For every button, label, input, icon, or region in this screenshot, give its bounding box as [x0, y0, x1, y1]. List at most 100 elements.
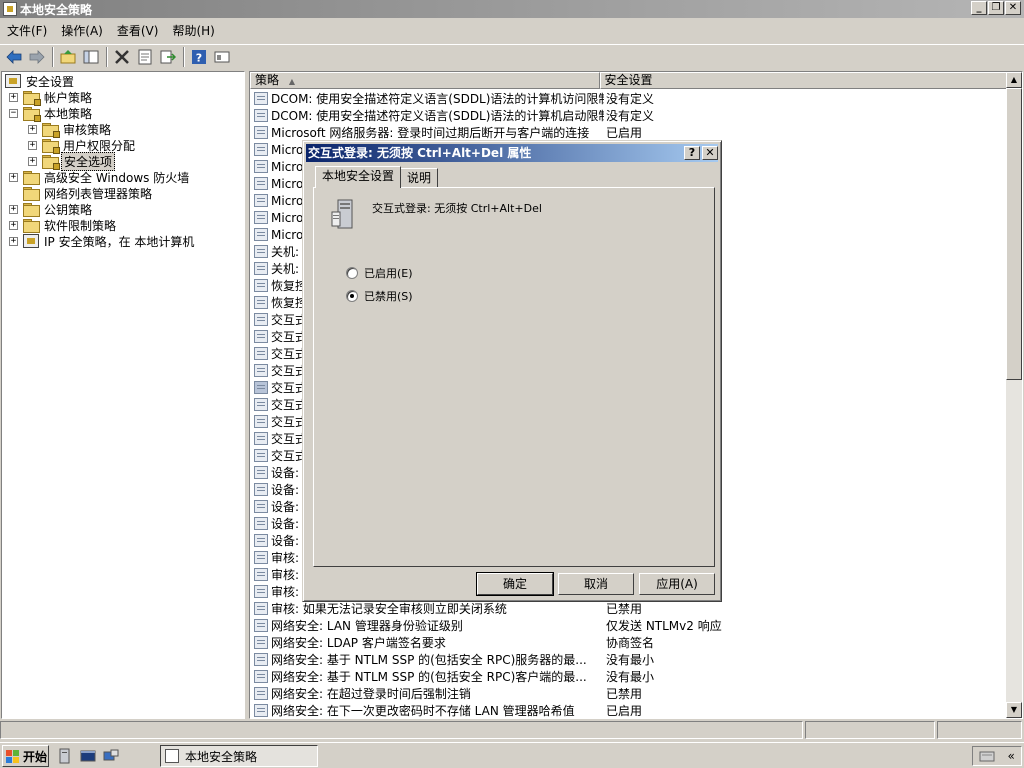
help-icon[interactable]: ? — [188, 46, 210, 68]
back-arrow-icon[interactable] — [3, 46, 25, 68]
radio-circle[interactable] — [346, 290, 358, 302]
expand-toggle[interactable]: + — [28, 156, 37, 166]
security-setting-cell: 没有最小 — [606, 670, 655, 684]
tree-item-account-policies[interactable]: + 帐户策略 — [9, 89, 94, 106]
policy-name-cell: 网络安全: 在下一次更改密码时不存储 LAN 管理器哈希值 — [271, 704, 575, 718]
tab-panel: 交互式登录: 无须按 Ctrl+Alt+Del 已启用(E) 已禁用(S) — [313, 187, 715, 567]
table-row[interactable]: Microsoft 网络服务器: 登录时间过期后断开与客户端的连接 已启用 — [254, 124, 1004, 141]
menu-help[interactable]: 帮助(H) — [165, 21, 221, 41]
lock-icon — [53, 146, 60, 154]
start-label: 开始 — [23, 749, 48, 764]
taskbar-button-label: 本地安全策略 — [185, 749, 258, 764]
lock-icon — [53, 130, 60, 138]
column-header-policy[interactable]: 策略 ▲ — [250, 72, 600, 89]
dialog-titlebar[interactable]: 交互式登录: 无须按 Ctrl+Alt+Del 属性 ? ✕ — [306, 144, 718, 162]
radio-enabled[interactable]: 已启用(E) — [346, 265, 413, 281]
tree-item-network-list[interactable]: 网络列表管理器策略 — [9, 185, 154, 201]
window-titlebar[interactable]: 本地安全策略 _ ❐ ✕ — [0, 0, 1024, 18]
policy-name-cell: DCOM: 使用安全描述符定义语言(SDDL)语法的计算机启动限制 — [271, 109, 604, 123]
sort-ascending-icon: ▲ — [288, 77, 295, 86]
tab-local-security-setting[interactable]: 本地安全设置 — [315, 166, 402, 188]
expand-toggle[interactable]: + — [28, 140, 37, 150]
forward-arrow-icon[interactable] — [26, 46, 48, 68]
folder-icon — [42, 154, 60, 170]
policy-item-icon — [254, 347, 268, 360]
taskbar-button-local-security-policy[interactable]: 本地安全策略 — [160, 745, 318, 767]
tree-item-audit-policy[interactable]: + 审核策略 — [28, 121, 113, 138]
properties-dialog[interactable]: 交互式登录: 无须按 Ctrl+Alt+Del 属性 ? ✕ 本地安全设置 说明… — [302, 140, 722, 602]
policy-item-icon — [254, 160, 268, 173]
expand-toggle[interactable]: + — [9, 172, 18, 182]
close-button[interactable]: ✕ — [1005, 1, 1021, 15]
policy-name-cell: 网络安全: LDAP 客户端签名要求 — [271, 636, 446, 650]
show-desktop-icon[interactable] — [103, 748, 119, 764]
radio-circle[interactable] — [346, 267, 358, 279]
table-row[interactable]: DCOM: 使用安全描述符定义语言(SDDL)语法的计算机启动限制 没有定义 — [254, 107, 1004, 124]
table-row[interactable]: 网络安全: 基于 NTLM SSP 的(包括安全 RPC)客户端的最... 没有最… — [254, 668, 1004, 685]
console-tree[interactable]: 安全设置 + 帐户策略 − 本地策略 + 审核策略 + 用户权限分配 + 安全选… — [1, 71, 245, 719]
tree-item-security-settings[interactable]: 安全设置 — [5, 73, 76, 89]
delete-icon[interactable] — [111, 46, 133, 68]
table-row[interactable]: 网络安全: 基于 NTLM SSP 的(包括安全 RPC)服务器的最... 没有最… — [254, 651, 1004, 668]
restore-button[interactable]: ❐ — [988, 1, 1004, 15]
security-setting-cell: 已启用 — [606, 126, 643, 140]
policy-item-icon — [254, 483, 268, 496]
policy-item-icon — [254, 432, 268, 445]
show-hide-tree-icon[interactable] — [80, 46, 102, 68]
expand-toggle[interactable]: + — [9, 92, 18, 102]
scroll-up-button[interactable]: ▲ — [1006, 72, 1022, 88]
policy-item-icon — [254, 109, 268, 122]
tree-item-label: 高级安全 Windows 防火墙 — [44, 170, 190, 185]
ok-button[interactable]: 确定 — [476, 572, 554, 596]
tree-item-label: 公钥策略 — [44, 202, 93, 217]
tree-item-security-options[interactable]: + 安全选项 — [28, 151, 116, 171]
table-row[interactable]: 网络安全: 在超过登录时间后强制注销 已禁用 — [254, 685, 1004, 702]
scroll-thumb[interactable] — [1006, 88, 1022, 380]
policy-item-icon — [254, 415, 268, 428]
start-button[interactable]: 开始 — [2, 745, 49, 767]
minimize-button[interactable]: _ — [971, 1, 987, 15]
windows-logo-icon — [6, 749, 20, 763]
tab-explain[interactable]: 说明 — [400, 168, 439, 188]
command-prompt-icon[interactable] — [80, 748, 96, 764]
radio-disabled[interactable]: 已禁用(S) — [346, 288, 413, 304]
tree-item-label: 网络列表管理器策略 — [44, 186, 153, 201]
table-row[interactable]: 网络安全: 在下一次更改密码时不存储 LAN 管理器哈希值 已启用 — [254, 702, 1004, 718]
menu-action[interactable]: 操作(A) — [54, 21, 110, 41]
policy-item-icon — [254, 92, 268, 105]
expand-toggle[interactable]: + — [9, 220, 18, 230]
computer-policy-icon — [331, 199, 353, 229]
tray-chevron-icon[interactable]: « — [1007, 749, 1014, 763]
vertical-scrollbar[interactable]: ▲ ▼ — [1006, 72, 1022, 718]
table-row[interactable]: 审核: 如果无法记录安全审核则立即关闭系统 已禁用 — [254, 600, 1004, 617]
table-row[interactable]: 网络安全: LDAP 客户端签名要求 协商签名 — [254, 634, 1004, 651]
server-manager-icon[interactable] — [57, 748, 73, 764]
table-row[interactable]: DCOM: 使用安全描述符定义语言(SDDL)语法的计算机访问限制 没有定义 — [254, 90, 1004, 107]
expand-toggle[interactable]: + — [9, 204, 18, 214]
dialog-close-button[interactable]: ✕ — [702, 146, 718, 160]
policy-name-cell: 网络安全: LAN 管理器身份验证级别 — [271, 619, 463, 633]
folder-icon — [23, 186, 40, 201]
export-list-icon[interactable] — [157, 46, 179, 68]
tree-item-ip-security[interactable]: + IP 安全策略，在 本地计算机 — [9, 233, 196, 249]
table-row[interactable]: 网络安全: LAN 管理器身份验证级别 仅发送 NTLMv2 响应 — [254, 617, 1004, 634]
apply-button[interactable]: 应用(A) — [639, 573, 715, 595]
lock-icon — [34, 98, 41, 106]
cancel-button[interactable]: 取消 — [558, 573, 634, 595]
column-header-setting[interactable]: 安全设置 — [599, 72, 1007, 89]
expand-toggle[interactable]: + — [9, 236, 18, 246]
tree-item-software-restriction[interactable]: + 软件限制策略 — [9, 217, 118, 233]
expand-toggle[interactable]: + — [28, 124, 37, 134]
up-folder-icon[interactable] — [57, 46, 79, 68]
tree-item-firewall[interactable]: + 高级安全 Windows 防火墙 — [9, 169, 191, 185]
collapse-toggle[interactable]: − — [9, 108, 18, 118]
menu-file[interactable]: 文件(F) — [0, 21, 54, 41]
properties-icon[interactable] — [134, 46, 156, 68]
network-icon[interactable] — [979, 749, 995, 763]
dialog-help-button[interactable]: ? — [684, 146, 700, 160]
tree-item-local-policies[interactable]: − 本地策略 — [9, 105, 94, 122]
tree-item-public-key[interactable]: + 公钥策略 — [9, 201, 94, 217]
menu-view[interactable]: 查看(V) — [110, 21, 166, 41]
scroll-down-button[interactable]: ▼ — [1006, 702, 1022, 718]
mmc-console-icon[interactable] — [211, 46, 233, 68]
